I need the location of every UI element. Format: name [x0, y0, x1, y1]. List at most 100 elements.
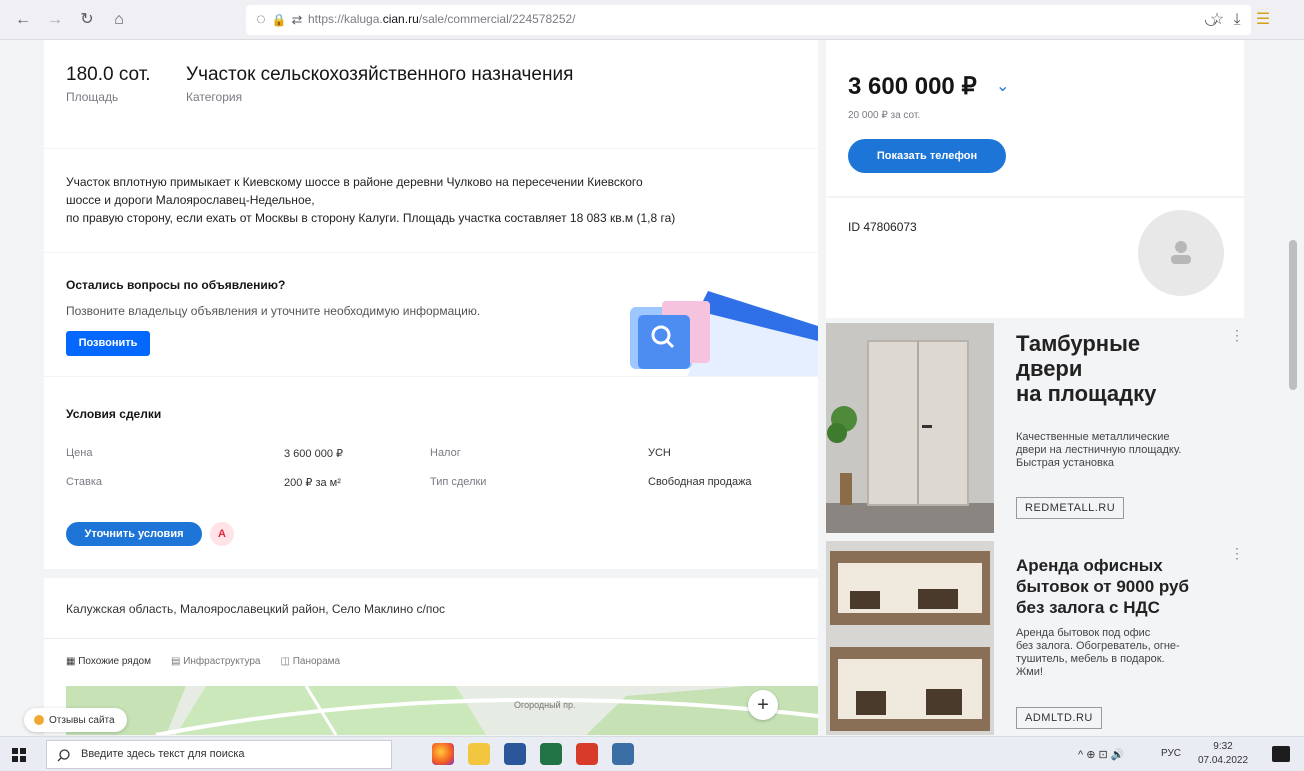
ad-offices-description-line: Аренда бытовок под офис [1016, 627, 1151, 639]
ad-doors-title-line: на площадку [1016, 381, 1157, 406]
home-icon[interactable]: ⌂ [108, 9, 130, 31]
ad-offices-description-line: без залога. Обогреватель, огне- [1016, 640, 1180, 652]
deal-type-label: Тип сделки [430, 476, 487, 488]
show-phone-button[interactable]: Показать телефон [848, 139, 1006, 173]
folder-illustration [630, 291, 818, 376]
category-label: Категория [186, 90, 243, 104]
explorer-taskbar-icon[interactable] [468, 743, 490, 765]
ad-offices-url[interactable]: ADMLTD.RU [1016, 707, 1102, 729]
location-divider [44, 638, 818, 639]
permissions-icon[interactable]: ⇄ [286, 9, 308, 31]
ad-offices-description-line: тушитель, мебель в подарок. [1016, 653, 1165, 665]
ad-doors-description-line: Качественные металлические [1016, 431, 1170, 443]
building-icon: ▤ [170, 656, 181, 667]
description-card: Участок вплотную примыкает к Киевскому ш… [44, 149, 818, 252]
location-tabs: ▦ Похожие рядом ▤ Инфраструктура ◫ Панор… [66, 656, 340, 667]
scrollbar-thumb[interactable] [1289, 240, 1297, 390]
forward-icon[interactable]: → [44, 9, 66, 31]
ad-doors-title-line: Тамбурные [1016, 331, 1141, 356]
tab-panorama-label: Панорама [292, 656, 341, 667]
feedback-label: Отзывы сайта [49, 714, 115, 726]
search-icon [57, 749, 70, 762]
price-card: 3 600 000 ₽ ⌄ 20 000 ₽ за сот. Показать … [826, 40, 1244, 196]
word-taskbar-icon[interactable] [504, 743, 526, 765]
extensions-icon[interactable]: ☰ [1252, 9, 1274, 31]
ad-doors-more-icon[interactable]: ⋮ [1230, 327, 1244, 344]
tab-infrastructure-label: Инфраструктура [183, 656, 261, 667]
pocket-icon[interactable]: ◡ [1200, 9, 1222, 31]
ad-doors-description: Качественные металлические двери на лест… [1016, 431, 1221, 470]
tab-panorama[interactable]: ◫ Панорама [280, 656, 340, 667]
main-content: 180.0 сот. Площадь Участок сельскохозяйс… [44, 40, 818, 735]
ad-offices-description: Аренда бытовок под офис без залога. Обог… [1016, 627, 1221, 679]
url-bar[interactable]: ◌ 🔒 ⇄ https://kaluga.cian.ru/sale/commer… [246, 5, 1251, 35]
taskbar-clock[interactable]: 9:32 07.04.2022 [1196, 740, 1250, 768]
user-icon [1171, 241, 1191, 264]
location-card: Калужская область, Малоярославецкий райо… [44, 578, 818, 735]
ad-offices-title-line: без залога с НДС [1016, 598, 1160, 617]
acrobat-taskbar-icon[interactable] [576, 743, 598, 765]
clarify-terms-button[interactable]: Уточнить условия [66, 522, 202, 546]
area-label: Площадь [66, 90, 119, 104]
area-value: 180.0 сот. [66, 64, 151, 85]
deal-title: Условия сделки [66, 407, 162, 421]
url-text[interactable]: https://kaluga.cian.ru/sale/commercial/2… [308, 12, 576, 26]
excel-taskbar-icon[interactable] [540, 743, 562, 765]
grid-icon: ▦ [66, 656, 76, 667]
taskbar-search[interactable]: Введите здесь текст для поиска [46, 740, 392, 769]
keyboard-language[interactable]: РУС [1161, 748, 1181, 759]
tab-nearby-label: Похожие рядом [78, 656, 151, 667]
ad-offices[interactable]: Аренда офисных бытовок от 9000 руб без з… [826, 541, 1244, 735]
app-taskbar-icon[interactable] [612, 743, 634, 765]
tab-nearby[interactable]: ▦ Похожие рядом [66, 656, 151, 667]
questions-title: Остались вопросы по объявлению? [66, 278, 286, 292]
description-line: шоссе и дороги Малоярославец-Недельное, [66, 193, 315, 207]
category-value: Участок сельскохозяйственного назначения [186, 64, 574, 85]
call-button[interactable]: Позвонить [66, 331, 150, 356]
ad-doors-title: Тамбурные двери на площадку [1016, 331, 1156, 406]
tax-label: Налог [430, 447, 461, 459]
price-label: Цена [66, 447, 93, 459]
notification-icon[interactable] [1272, 746, 1290, 762]
taskbar-search-placeholder: Введите здесь текст для поиска [81, 748, 245, 760]
url-path: /sale/commercial/224578252/ [418, 12, 576, 26]
url-prefix: https://kaluga. [308, 12, 383, 26]
address-text: Калужская область, Малоярославецкий райо… [66, 602, 446, 616]
tax-value: УСН [648, 447, 671, 459]
ad-offices-image [826, 541, 994, 735]
rate-value: 200 ₽ за м² [284, 477, 341, 489]
downloads-icon[interactable]: ⤓ [1226, 9, 1248, 31]
system-tray-icons[interactable]: ^ ⊕ ⊡ 🔊 [1078, 748, 1124, 761]
ad-offices-title: Аренда офисных бытовок от 9000 руб без з… [1016, 555, 1189, 618]
description-line: Участок вплотную примыкает к Киевскому ш… [66, 175, 643, 189]
back-icon[interactable]: ← [12, 9, 34, 31]
map[interactable] [66, 686, 818, 735]
ad-offices-more-icon[interactable]: ⋮ [1230, 545, 1244, 562]
owner-card: ID 47806073 [826, 198, 1244, 318]
sidebar-price: 3 600 000 ₽ [848, 73, 977, 100]
firefox-taskbar-icon[interactable] [432, 743, 454, 765]
map-road-label: Огородный пр. [514, 700, 576, 710]
ad-doors-title-line: двери [1016, 356, 1083, 381]
page-scrollbar[interactable] [1283, 40, 1304, 735]
windows-start-icon[interactable] [12, 748, 26, 762]
description-line: по правую сторону, если ехать от Москвы … [66, 211, 676, 225]
feedback-button[interactable]: Отзывы сайта [24, 708, 127, 732]
ad-doors-description-line: двери на лестничную площадку. [1016, 444, 1182, 456]
listing-id: ID 47806073 [848, 220, 917, 234]
taskbar: Введите здесь текст для поиска ^ ⊕ ⊡ 🔊 Р… [0, 736, 1304, 771]
price-dropdown-icon[interactable]: ⌄ [996, 76, 1009, 96]
map-zoom-in-button[interactable]: + [748, 690, 778, 720]
ad-doors[interactable]: Тамбурные двери на площадку Качественные… [826, 323, 1244, 539]
price-per-unit: 20 000 ₽ за сот. [848, 110, 921, 121]
avatar [1138, 210, 1224, 296]
ad-offices-description-line: Жми! [1016, 666, 1043, 678]
tab-infrastructure[interactable]: ▤ Инфраструктура [171, 656, 261, 667]
panorama-icon: ◫ [280, 656, 290, 667]
ad-doors-url[interactable]: REDMETALL.RU [1016, 497, 1125, 519]
ad-offices-title-line: бытовок от 9000 руб [1016, 577, 1190, 596]
clock-date: 07.04.2022 [1197, 755, 1249, 766]
reload-icon[interactable]: ↻ [76, 9, 98, 31]
clock-time: 9:32 [1213, 741, 1233, 752]
warning-icon[interactable]: A [210, 522, 234, 546]
